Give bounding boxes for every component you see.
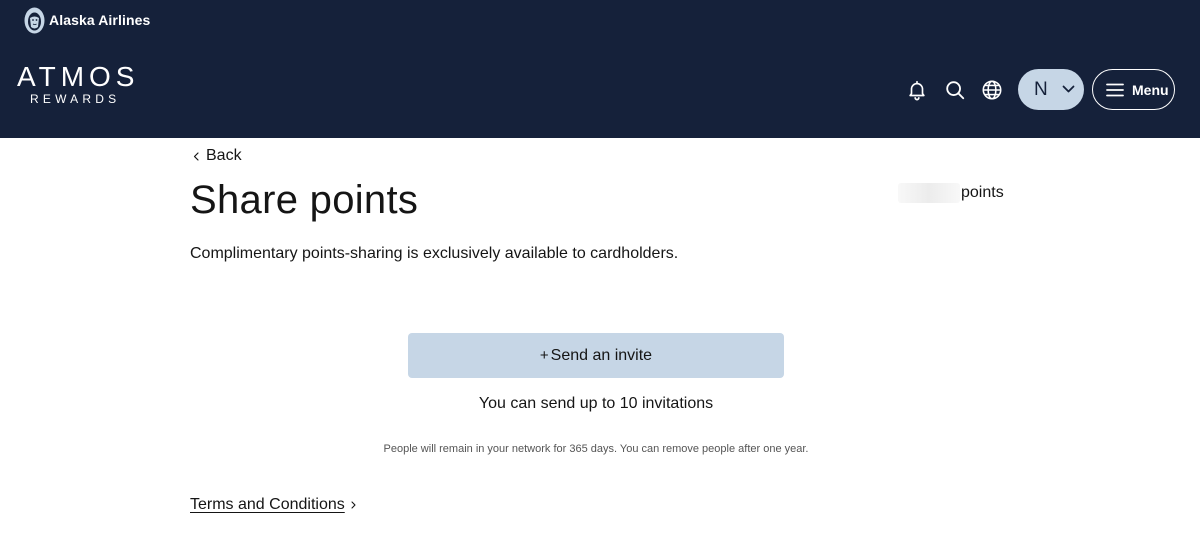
page-title: Share points bbox=[190, 178, 419, 222]
chevron-right-icon bbox=[351, 501, 356, 509]
alaska-eskimo-logo-icon bbox=[24, 7, 45, 33]
invitation-limit-label: You can send up to 10 invitations bbox=[478, 395, 714, 412]
program-name: ATMOS bbox=[17, 61, 140, 92]
network-duration-label: People will remain in your network for 3… bbox=[383, 443, 809, 455]
bell-icon bbox=[909, 80, 925, 101]
send-invite-label: Send an invite bbox=[550, 346, 653, 364]
search-button[interactable] bbox=[942, 77, 968, 103]
terms-and-conditions-link[interactable]: Terms and Conditions bbox=[190, 496, 356, 514]
brand-name: Alaska Airlines bbox=[49, 12, 151, 28]
program-subtitle: REWARDS bbox=[30, 92, 121, 106]
points-balance-redacted bbox=[898, 183, 960, 203]
points-balance: points bbox=[898, 183, 1004, 203]
back-link[interactable]: Back bbox=[193, 147, 242, 165]
terms-label: Terms and Conditions bbox=[190, 496, 345, 513]
language-button[interactable] bbox=[979, 77, 1005, 103]
send-invite-button[interactable]: + Send an invite bbox=[408, 333, 784, 378]
search-icon bbox=[946, 81, 965, 100]
alaska-airlines-link[interactable]: Alaska Airlines bbox=[24, 6, 150, 34]
hamburger-icon bbox=[1106, 83, 1124, 96]
points-label: points bbox=[961, 184, 1004, 201]
notifications-button[interactable] bbox=[904, 77, 930, 103]
chevron-left-icon bbox=[193, 151, 199, 161]
chevron-down-icon bbox=[1062, 85, 1075, 93]
account-dropdown-button[interactable]: N bbox=[1018, 69, 1084, 110]
menu-label: Menu bbox=[1132, 81, 1169, 98]
menu-button[interactable]: Menu bbox=[1092, 69, 1175, 110]
network-duration-note: People will remain in your network for 3… bbox=[0, 443, 1200, 455]
atmos-rewards-logo[interactable]: ATMOS REWARDS bbox=[17, 61, 140, 107]
plus-icon: + bbox=[539, 347, 549, 364]
cardholder-note: Complimentary points-sharing is exclusiv… bbox=[190, 245, 679, 262]
globe-icon bbox=[982, 80, 1002, 100]
back-label: Back bbox=[206, 147, 242, 164]
account-initial: N bbox=[1034, 78, 1048, 100]
invitation-limit-text: You can send up to 10 invitations bbox=[0, 395, 1200, 413]
site-header: Alaska Airlines ATMOS REWARDS N Menu bbox=[0, 0, 1200, 138]
